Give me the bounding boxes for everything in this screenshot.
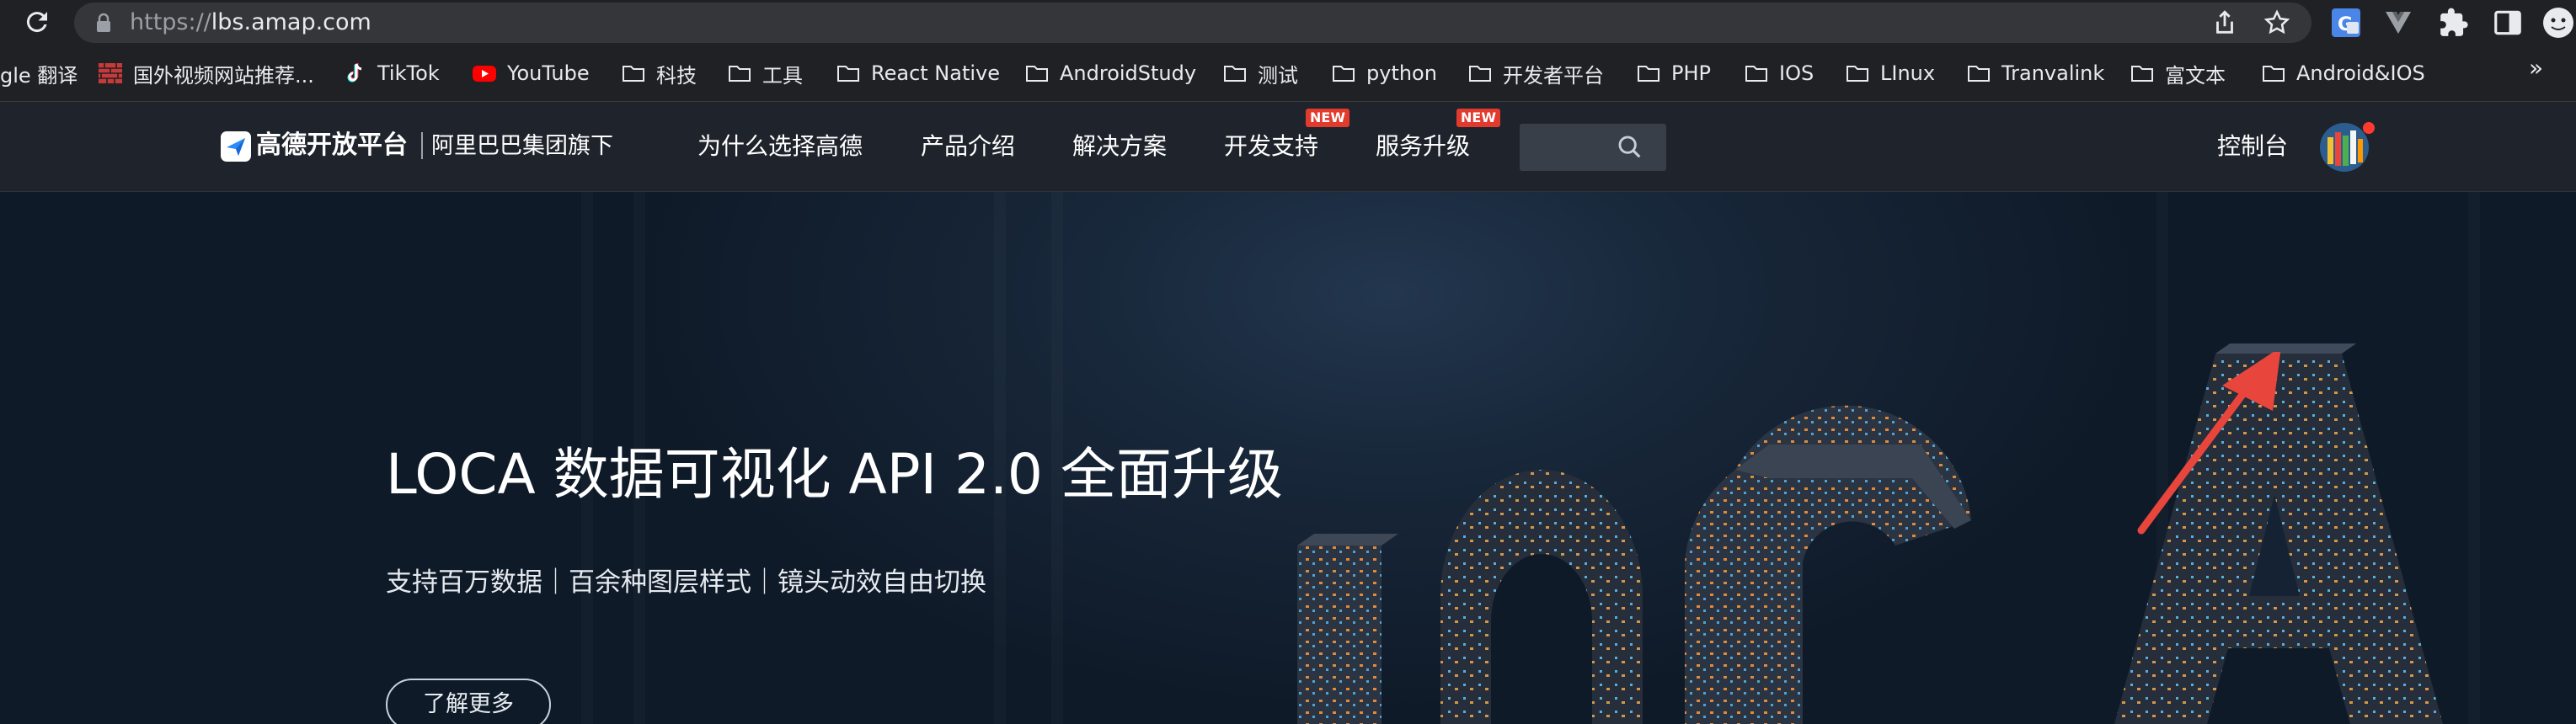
- nav-dev-support[interactable]: 开发支持: [1224, 130, 1318, 162]
- share-icon[interactable]: [2210, 8, 2239, 37]
- new-badge: NEW: [1306, 109, 1349, 127]
- annotation-arrow: [2137, 352, 2281, 535]
- bookmark-label: TikTok: [377, 61, 440, 85]
- address-bar[interactable]: [74, 3, 2311, 43]
- bookmark-label: 科技: [656, 63, 697, 88]
- bookmark-tiktok[interactable]: TikTok: [342, 45, 440, 101]
- notification-dot: [2363, 122, 2375, 134]
- folder-icon: [1026, 66, 1048, 82]
- bookmark-label: AndroidStudy: [1060, 61, 1197, 85]
- folder-icon: [1333, 66, 1355, 82]
- bookmark-folder-php[interactable]: PHP: [1636, 45, 1711, 101]
- bookmark-label: YouTube: [507, 61, 590, 85]
- bookmark-video-sites[interactable]: 国外视频网站推荐...: [98, 45, 314, 101]
- bookmark-folder-rich-text[interactable]: 富文本: [2130, 45, 2226, 101]
- folder-icon: [2263, 66, 2285, 82]
- bookmark-star-icon[interactable]: [2263, 8, 2291, 37]
- bookmark-label: 富文本: [2165, 63, 2226, 88]
- site-logo-subtitle: 阿里巴巴集团旗下: [431, 133, 613, 159]
- learn-more-button[interactable]: 了解更多: [386, 679, 551, 724]
- nav-why-amap[interactable]: 为什么选择高德: [697, 130, 863, 162]
- bookmark-label: LInux: [1880, 61, 1936, 85]
- bookmark-folder-tech[interactable]: 科技: [621, 45, 697, 101]
- bookmark-folder-test[interactable]: 测试: [1222, 45, 1298, 101]
- brick-wall-icon: [99, 63, 122, 83]
- bookmark-folder-linux[interactable]: LInux: [1845, 45, 1935, 101]
- bookmark-label: PHP: [1671, 61, 1711, 85]
- lock-icon[interactable]: [94, 13, 113, 33]
- folder-icon: [1968, 66, 1990, 82]
- bookmark-label: 工具: [762, 63, 803, 88]
- bookmark-folder-python[interactable]: python: [1331, 45, 1437, 101]
- reload-icon[interactable]: [22, 7, 52, 37]
- bookmark-label: 开发者平台: [1503, 63, 1604, 88]
- bookmark-label: Android&IOS: [2296, 61, 2425, 85]
- bookmark-label: 国外视频网站推荐...: [133, 63, 314, 88]
- tiktok-icon: [347, 63, 362, 83]
- bookmark-label: Tranvalink: [2001, 61, 2105, 85]
- folder-icon: [1638, 66, 1659, 82]
- bookmark-label: IOS: [1779, 61, 1814, 85]
- bookmark-youtube[interactable]: YouTube: [472, 45, 590, 101]
- bookmark-folder-tools[interactable]: 工具: [727, 45, 803, 101]
- bookmark-google-translate[interactable]: gle 翻译: [0, 45, 77, 101]
- new-badge: NEW: [1456, 109, 1500, 127]
- folder-icon: [1469, 66, 1491, 82]
- bookmark-folder-dev-platform[interactable]: 开发者平台: [1467, 45, 1604, 101]
- bookmark-folder-react-native[interactable]: React Native: [836, 45, 1000, 101]
- bookmark-label: gle 翻译: [0, 63, 78, 88]
- hero-subtitle: 支持百万数据｜百余种图层样式｜镜头动效自由切换: [386, 567, 986, 598]
- folder-icon: [1846, 66, 1868, 82]
- nav-solutions[interactable]: 解决方案: [1072, 130, 1167, 162]
- site-header: 高德开放平台 阿里巴巴集团旗下 为什么选择高德 产品介绍 解决方案 开发支持 N…: [0, 102, 2576, 192]
- bookmark-folder-android-study[interactable]: AndroidStudy: [1024, 45, 1196, 101]
- bookmark-folder-tranvalink[interactable]: Tranvalink: [1966, 45, 2104, 101]
- user-avatar[interactable]: [2319, 122, 2370, 173]
- bookmark-label: 测试: [1258, 63, 1298, 88]
- search-icon[interactable]: [1616, 133, 1644, 162]
- hero-title: LOCA 数据可视化 API 2.0 全面升级: [386, 442, 1283, 507]
- folder-icon: [729, 66, 751, 82]
- folder-icon: [2131, 66, 2153, 82]
- profile-avatar-icon[interactable]: [2542, 7, 2574, 39]
- folder-icon: [623, 66, 644, 82]
- google-translate-extension-icon[interactable]: G: [2330, 7, 2362, 39]
- hero-banner: LOCA 数据可视化 API 2.0 全面升级 支持百万数据｜百余种图层样式｜镜…: [0, 192, 2576, 724]
- bookmark-folder-android-ios[interactable]: Android&IOS: [2261, 45, 2425, 101]
- folder-icon: [1745, 66, 1767, 82]
- bookmark-folder-ios[interactable]: IOS: [1744, 45, 1814, 101]
- loca-3d-voxel-illustration: [1297, 343, 2443, 724]
- folder-icon: [1224, 66, 1246, 82]
- bookmark-label: python: [1366, 61, 1437, 85]
- vue-devtools-icon[interactable]: [2382, 7, 2414, 39]
- bookmarks-bar: gle 翻译 国外视频网站推荐... TikTok YouTube 科技 工具 …: [0, 45, 2576, 102]
- console-link[interactable]: 控制台: [2217, 130, 2288, 162]
- url-text[interactable]: https://lbs.amap.com: [130, 8, 371, 37]
- youtube-icon: [473, 66, 496, 82]
- side-panel-icon[interactable]: [2492, 7, 2524, 39]
- folder-icon: [837, 66, 859, 82]
- site-logo-text[interactable]: 高德开放平台: [256, 129, 408, 162]
- bookmark-label: React Native: [871, 61, 1001, 85]
- extensions-puzzle-icon[interactable]: [2438, 7, 2470, 39]
- bookmarks-overflow-chevron-icon[interactable]: »: [2529, 54, 2543, 82]
- nav-service-upgrade[interactable]: 服务升级: [1376, 130, 1470, 162]
- browser-toolbar: https://lbs.amap.com G: [0, 0, 2576, 45]
- logo-divider: [421, 132, 423, 159]
- nav-products[interactable]: 产品介绍: [921, 130, 1015, 162]
- amap-logo-icon[interactable]: [221, 131, 251, 162]
